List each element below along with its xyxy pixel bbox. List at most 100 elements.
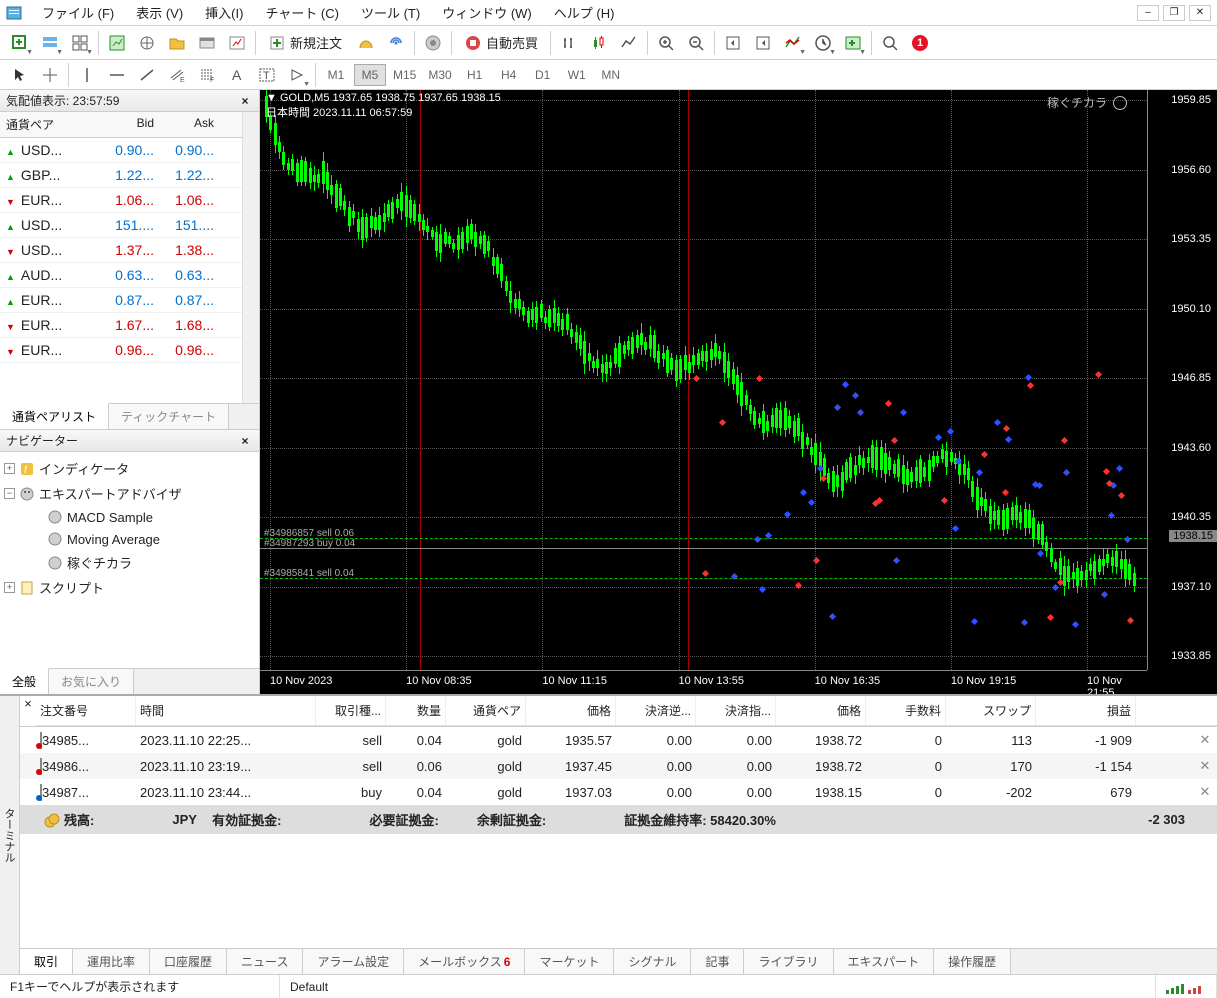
order-row[interactable]: 34987...2023.11.10 23:44...buy0.04gold19… xyxy=(20,779,1217,805)
col-sl[interactable]: 決済逆... xyxy=(616,696,696,725)
strategy-tester-button[interactable] xyxy=(223,29,251,57)
col-symbol[interactable]: 通貨ペア xyxy=(0,112,100,137)
terminal-tab-6[interactable]: マーケット xyxy=(525,949,614,974)
order-row[interactable]: 34985...2023.11.10 22:25...sell0.04gold1… xyxy=(20,727,1217,753)
col-price2[interactable]: 価格 xyxy=(776,696,866,725)
timeframe-w1[interactable]: W1 xyxy=(561,64,593,86)
bar-chart-button[interactable] xyxy=(555,29,583,57)
signals-button[interactable] xyxy=(382,29,410,57)
terminal-tab-9[interactable]: ライブラリ xyxy=(744,949,833,974)
terminal-tab-2[interactable]: 口座履歴 xyxy=(150,949,227,974)
timeframe-h1[interactable]: H1 xyxy=(459,64,491,86)
text-button[interactable]: A xyxy=(223,61,251,89)
zoom-in-button[interactable] xyxy=(652,29,680,57)
col-bid[interactable]: Bid xyxy=(100,112,160,137)
terminal-tab-5[interactable]: メールボックス 6 xyxy=(404,949,525,974)
tab-symbol-list[interactable]: 通貨ペアリスト xyxy=(0,403,109,429)
new-order-button[interactable]: 新規注文 xyxy=(260,29,350,57)
col-comm[interactable]: 手数料 xyxy=(866,696,946,725)
zoom-out-button[interactable] xyxy=(682,29,710,57)
tree-kasegu-chikara[interactable]: 稼ぐチカラ xyxy=(2,550,257,575)
col-order[interactable]: 注文番号 xyxy=(36,696,136,725)
tree-macd-sample[interactable]: MACD Sample xyxy=(2,506,257,528)
cursor-button[interactable] xyxy=(6,61,34,89)
market-watch-row[interactable]: USD...0.90...0.90... xyxy=(0,138,242,163)
col-ask[interactable]: Ask xyxy=(160,112,220,137)
templates-button[interactable]: ▼ xyxy=(839,29,867,57)
price-scale[interactable]: 1959.851956.601953.351950.101946.851943.… xyxy=(1147,90,1217,670)
mdi-minimize-button[interactable]: – xyxy=(1137,5,1159,21)
menu-charts[interactable]: チャート (C) xyxy=(255,1,349,24)
market-watch-row[interactable]: GBP...1.22...1.22... xyxy=(0,163,242,188)
terminal-tab-1[interactable]: 運用比率 xyxy=(73,949,150,974)
chart-window[interactable]: ▼ GOLD,M5 1937.65 1938.75 1937.65 1938.1… xyxy=(260,90,1217,694)
tab-favorites[interactable]: お気に入り xyxy=(49,669,134,694)
terminal-tab-4[interactable]: アラーム設定 xyxy=(303,949,404,974)
market-watch-close-button[interactable]: × xyxy=(237,94,253,108)
search-button[interactable] xyxy=(876,29,904,57)
crosshair-button[interactable] xyxy=(36,61,64,89)
tab-tick-chart[interactable]: ティックチャート xyxy=(109,404,229,429)
vertical-line-button[interactable] xyxy=(73,61,101,89)
new-chart-button[interactable]: ▼ xyxy=(6,29,34,57)
col-type[interactable]: 取引種... xyxy=(316,696,386,725)
terminal-button[interactable] xyxy=(193,29,221,57)
terminal-tab-11[interactable]: 操作履歴 xyxy=(934,949,1011,974)
expert-advisor-button[interactable] xyxy=(419,29,447,57)
market-watch-button[interactable] xyxy=(103,29,131,57)
mdi-restore-button[interactable]: ❐ xyxy=(1163,5,1185,21)
timeframe-mn[interactable]: MN xyxy=(595,64,627,86)
col-time[interactable]: 時間 xyxy=(136,696,316,725)
market-watch-scrollbar[interactable] xyxy=(242,112,259,403)
menu-help[interactable]: ヘルプ (H) xyxy=(544,1,625,24)
indicators-button[interactable]: ▼ xyxy=(779,29,807,57)
col-pl[interactable]: 損益 xyxy=(1036,696,1136,725)
close-order-button[interactable]: ✕ xyxy=(1193,727,1217,753)
menu-view[interactable]: 表示 (V) xyxy=(126,1,193,24)
timeframe-m5[interactable]: M5 xyxy=(354,64,386,86)
terminal-tab-7[interactable]: シグナル xyxy=(614,949,691,974)
data-window-button[interactable] xyxy=(133,29,161,57)
market-watch-row[interactable]: USD...151....151.... xyxy=(0,213,242,238)
market-watch-row[interactable]: EUR...0.96...0.96... xyxy=(0,338,242,363)
close-order-button[interactable]: ✕ xyxy=(1193,753,1217,779)
terminal-tab-3[interactable]: ニュース xyxy=(227,949,303,974)
tree-experts[interactable]: −エキスパートアドバイザ xyxy=(2,481,257,506)
close-order-button[interactable]: ✕ xyxy=(1193,779,1217,805)
menu-file[interactable]: ファイル (F) xyxy=(32,1,124,24)
trendline-button[interactable] xyxy=(133,61,161,89)
tree-scripts[interactable]: +スクリプト xyxy=(2,575,257,600)
navigator-button[interactable] xyxy=(163,29,191,57)
col-price[interactable]: 価格 xyxy=(526,696,616,725)
timeframe-m30[interactable]: M30 xyxy=(423,64,456,86)
timeframe-m15[interactable]: M15 xyxy=(388,64,421,86)
periodicity-button[interactable]: ▼ xyxy=(809,29,837,57)
order-row[interactable]: 34986...2023.11.10 23:19...sell0.06gold1… xyxy=(20,753,1217,779)
connection-indicator[interactable] xyxy=(1156,975,1217,998)
market-watch-row[interactable]: AUD...0.63...0.63... xyxy=(0,263,242,288)
chart-shift-button[interactable] xyxy=(749,29,777,57)
col-tp[interactable]: 決済指... xyxy=(696,696,776,725)
notifications-button[interactable]: 1 xyxy=(906,29,934,57)
col-sym[interactable]: 通貨ペア xyxy=(446,696,526,725)
terminal-close-button[interactable]: × xyxy=(20,696,36,726)
candle-chart-button[interactable] xyxy=(585,29,613,57)
timeframe-d1[interactable]: D1 xyxy=(527,64,559,86)
terminal-tab-8[interactable]: 記事 xyxy=(691,949,744,974)
objects-button[interactable]: ▼ xyxy=(283,61,311,89)
market-watch-row[interactable]: USD...1.37...1.38... xyxy=(0,238,242,263)
profiles-button[interactable]: ▼ xyxy=(36,29,64,57)
market-watch-row[interactable]: EUR...0.87...0.87... xyxy=(0,288,242,313)
tab-common[interactable]: 全般 xyxy=(0,668,49,694)
col-swap[interactable]: スワップ xyxy=(946,696,1036,725)
time-scale[interactable]: 10 Nov 202310 Nov 08:3510 Nov 11:1510 No… xyxy=(260,670,1147,694)
terminal-tab-0[interactable]: 取引 xyxy=(20,949,73,974)
horizontal-line-button[interactable] xyxy=(103,61,131,89)
menu-window[interactable]: ウィンドウ (W) xyxy=(432,1,542,24)
timeframe-m1[interactable]: M1 xyxy=(320,64,352,86)
terminal-tab-10[interactable]: エキスパート xyxy=(834,949,935,974)
tree-indicators[interactable]: +fインディケータ xyxy=(2,456,257,481)
auto-scroll-button[interactable] xyxy=(719,29,747,57)
tree-moving-average[interactable]: Moving Average xyxy=(2,528,257,550)
text-label-button[interactable]: T xyxy=(253,61,281,89)
